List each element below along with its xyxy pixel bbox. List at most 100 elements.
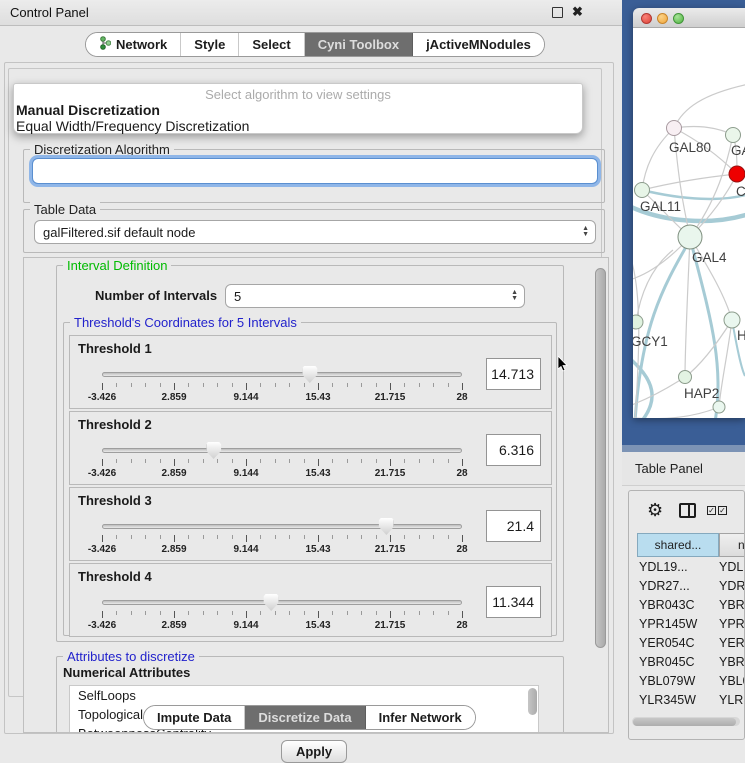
threshold-value-field[interactable]: 6.316 <box>486 434 541 466</box>
minimize-traffic-light[interactable] <box>657 13 668 24</box>
spinner-arrows-icon[interactable]: ▲▼ <box>582 226 589 238</box>
table-row[interactable]: YIL052CYIL0 <box>629 709 745 713</box>
dropdown-option-equal-width-frequency-discretization[interactable]: Equal Width/Frequency Discretization <box>16 118 249 134</box>
node-label-gal80: GAL80 <box>669 140 711 155</box>
apply-button[interactable]: Apply <box>281 740 347 763</box>
table-row[interactable]: YDL19...YDL1 <box>629 557 745 576</box>
slider-track[interactable] <box>102 600 462 605</box>
horizontal-scrollbar[interactable] <box>632 717 740 726</box>
threshold-box: Threshold 2 -3.4262.8599.14415.4321.7152… <box>69 411 552 485</box>
slider-tick-labels: -3.4262.8599.14415.4321.71528 <box>102 544 462 555</box>
tick-label: 9.144 <box>233 392 258 403</box>
threshold-value-field[interactable]: 14.713 <box>486 358 541 390</box>
table-data-select[interactable]: galFiltered.sif default node ▲▼ <box>34 220 596 244</box>
node-label-h: H <box>737 328 745 343</box>
number-of-intervals-select[interactable]: 5 ▲▼ <box>225 284 525 308</box>
spinner-arrows-icon[interactable]: ▲▼ <box>511 290 518 302</box>
network-edge <box>642 174 737 190</box>
network-node-c[interactable] <box>729 166 745 182</box>
column-header-shared[interactable]: shared... <box>637 533 719 557</box>
algorithm-select[interactable] <box>32 158 598 184</box>
tick-label: 21.715 <box>375 544 406 555</box>
tick-label: 2.859 <box>161 620 186 631</box>
threshold-slider[interactable]: -3.4262.8599.14415.4321.71528 <box>102 372 462 377</box>
slider-track[interactable] <box>102 448 462 453</box>
tab-cyni-toolbox[interactable]: Cyni Toolbox <box>305 33 413 56</box>
table-row[interactable]: YLR345WYLR3 <box>629 690 745 709</box>
dropdown-option-manual-discretization[interactable]: Manual Discretization <box>16 102 160 118</box>
number-of-intervals-label: Number of Intervals <box>95 288 217 303</box>
slider-tick-labels: -3.4262.8599.14415.4321.71528 <box>102 620 462 631</box>
threshold-slider[interactable]: -3.4262.8599.14415.4321.71528 <box>102 524 462 529</box>
table-row[interactable]: YER054CYER0 <box>629 633 745 652</box>
network-canvas[interactable]: GAL80GACGAL11GAL4GCY1HHAP2 <box>633 28 745 418</box>
threshold-value-field[interactable]: 21.4 <box>486 510 541 542</box>
node-label-gcy1: GCY1 <box>633 334 668 349</box>
slider-track[interactable] <box>102 372 462 377</box>
network-node-partial[interactable] <box>713 401 725 413</box>
table-row[interactable]: YBR045CYBR0 <box>629 652 745 671</box>
slider-ticks <box>102 611 462 619</box>
attribute-item[interactable]: SelfLoops <box>70 686 538 705</box>
tab-jactivemnodules[interactable]: jActiveMNodules <box>413 33 544 56</box>
float-window-icon[interactable] <box>552 7 563 18</box>
network-node-gal80[interactable] <box>667 121 682 136</box>
table-row[interactable]: YDR27...YDR2 <box>629 576 745 595</box>
close-icon[interactable]: ✖ <box>572 4 583 20</box>
cell-shared-name: YPR145W <box>629 617 709 631</box>
network-node-gcy1[interactable] <box>633 315 643 329</box>
node-label-ga: GA <box>731 143 745 158</box>
discretization-algorithm-group: Discretization Algorithm <box>23 149 605 203</box>
network-node-ga[interactable] <box>726 128 741 143</box>
tab-label: Style <box>194 37 225 52</box>
zoom-traffic-light[interactable] <box>673 13 684 24</box>
tick-label: 28 <box>456 620 467 631</box>
tab-select[interactable]: Select <box>239 33 304 56</box>
cell-name: YER0 <box>709 636 745 650</box>
threshold-slider[interactable]: -3.4262.8599.14415.4321.71528 <box>102 600 462 605</box>
columns-icon[interactable] <box>679 503 696 518</box>
network-node-h[interactable] <box>724 312 740 328</box>
table-rows: YDL19...YDL1YDR27...YDR2YBR043CYBR0YPR14… <box>629 557 745 713</box>
network-node-gal11[interactable] <box>635 183 650 198</box>
tab-style[interactable]: Style <box>181 33 239 56</box>
gear-icon[interactable]: ⚙ <box>647 500 663 520</box>
tab-label: Discretize Data <box>258 710 351 725</box>
threshold-slider[interactable]: -3.4262.8599.14415.4321.71528 <box>102 448 462 453</box>
cell-shared-name: YBR043C <box>629 598 709 612</box>
cyni-toolbox-panel: Discretization Algorithm Table Data galF… <box>8 68 602 697</box>
threshold-box: Threshold 4 -3.4262.8599.14415.4321.7152… <box>69 563 552 637</box>
tick-label: 9.144 <box>233 468 258 479</box>
tick-label: 15.43 <box>305 392 330 403</box>
horizontal-scrollbar-thumb[interactable] <box>633 718 736 726</box>
network-view-window: GAL80GACGAL11GAL4GCY1HHAP2 <box>633 8 745 418</box>
close-traffic-light[interactable] <box>641 13 652 24</box>
table-panel: ⚙ ✓ ✓ shared...n YDL19...YDL1YDR27...YDR… <box>628 490 745 740</box>
slider-thumb[interactable] <box>379 518 394 535</box>
tick-label: 15.43 <box>305 620 330 631</box>
network-node-hap2[interactable] <box>679 371 692 384</box>
cell-name: YBR0 <box>709 655 745 669</box>
network-node-gal4[interactable] <box>678 225 702 249</box>
table-row[interactable]: YBL079WYBL0 <box>629 671 745 690</box>
table-data-value: galFiltered.sif default node <box>43 225 195 240</box>
slider-thumb[interactable] <box>302 366 317 383</box>
table-row[interactable]: YPR145WYPR1 <box>629 614 745 633</box>
slider-tick-labels: -3.4262.8599.14415.4321.71528 <box>102 468 462 479</box>
threshold-value-field[interactable]: 11.344 <box>486 586 541 618</box>
vertical-scrollbar[interactable] <box>595 268 606 648</box>
tab-impute-data[interactable]: Impute Data <box>144 706 245 729</box>
slider-track[interactable] <box>102 524 462 529</box>
tab-infer-network[interactable]: Infer Network <box>366 706 475 729</box>
table-row[interactable]: YBR043CYBR0 <box>629 595 745 614</box>
select-columns-icon[interactable]: ✓ ✓ <box>707 506 727 515</box>
slider-thumb[interactable] <box>206 442 221 459</box>
tab-discretize-data[interactable]: Discretize Data <box>245 706 365 729</box>
list-scrollbar[interactable] <box>528 688 537 715</box>
tab-network[interactable]: Network <box>86 33 181 56</box>
tick-label: 21.715 <box>375 392 406 403</box>
column-header-n[interactable]: n <box>719 533 745 557</box>
slider-thumb[interactable] <box>264 594 279 611</box>
cell-shared-name: YBR045C <box>629 655 709 669</box>
tab-label: jActiveMNodules <box>426 37 531 52</box>
